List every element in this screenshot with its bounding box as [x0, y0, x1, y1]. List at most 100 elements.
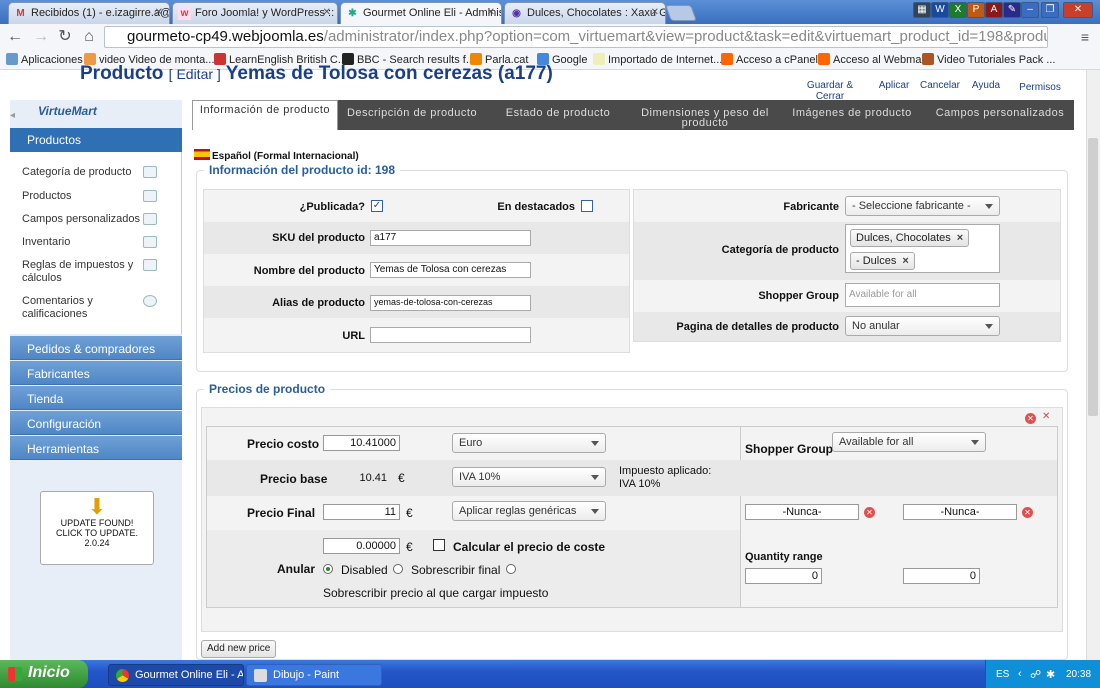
network-icon[interactable]: ☍: [1030, 668, 1041, 681]
add-new-price-button[interactable]: Add new price: [201, 640, 277, 658]
help-button[interactable]: Ayuda: [968, 80, 1004, 91]
radio-override-final[interactable]: [393, 564, 403, 574]
tab-informacion[interactable]: Información de producto: [192, 100, 338, 130]
close-window-icon[interactable]: ✕: [1063, 2, 1093, 18]
apply-button[interactable]: Aplicar: [874, 80, 914, 91]
sku-input[interactable]: a177: [370, 230, 531, 246]
remove-icon[interactable]: ×: [957, 232, 963, 244]
currency-select[interactable]: Euro: [452, 433, 606, 453]
sidebar-cat-fabricantes[interactable]: Fabricantes: [10, 361, 182, 385]
powerpoint-icon[interactable]: P: [967, 2, 985, 18]
tab-dimensiones[interactable]: Dimensiones y peso del producto: [634, 104, 776, 134]
sidebar-cat-configuracion[interactable]: Configuración: [10, 411, 182, 435]
close-icon[interactable]: ✕: [323, 7, 331, 18]
access-icon[interactable]: A: [985, 2, 1003, 18]
manufacturer-select[interactable]: - Seleccione fabricante -: [845, 196, 1000, 216]
publisher-icon[interactable]: ✎: [1003, 2, 1021, 18]
forward-icon[interactable]: →: [32, 28, 50, 46]
browser-tab-gmail[interactable]: M Recibidos (1) - e.izagirre.a@ ✕: [8, 2, 170, 24]
bluetooth-icon[interactable]: ✱: [1046, 668, 1055, 681]
calc-cost-checkbox[interactable]: [433, 539, 445, 551]
new-tab-button[interactable]: [665, 5, 697, 21]
sidebar-item-inventario[interactable]: Inventario: [22, 236, 140, 249]
price-rules-select[interactable]: Aplicar reglas genéricas: [452, 501, 606, 521]
close-icon[interactable]: ✕: [651, 7, 659, 18]
manufacturer-label: Fabricante: [783, 201, 839, 213]
radio-disabled[interactable]: [323, 564, 333, 574]
permissions-button[interactable]: Permisos: [1016, 82, 1064, 93]
reload-icon[interactable]: ↻: [56, 28, 74, 46]
tab-estado[interactable]: Estado de producto: [494, 104, 622, 134]
prices-legend: Precios de producto: [204, 382, 331, 396]
back-icon[interactable]: ←: [6, 28, 24, 46]
sidebar-item-categoria[interactable]: Categoría de producto: [22, 166, 140, 179]
sku-label: SKU del producto: [272, 232, 365, 244]
sidebar-item-impuestos[interactable]: Reglas de impuestos y cálculos: [22, 259, 140, 285]
tab-descripcion[interactable]: Descripción de producto: [340, 104, 484, 134]
price-shopper-group-select[interactable]: Available for all: [832, 432, 986, 452]
clear-date-icon[interactable]: ✕: [864, 507, 875, 518]
home-icon[interactable]: ⌂: [80, 28, 98, 46]
price-date-from[interactable]: -Nunca-: [745, 504, 859, 520]
category-chip[interactable]: - Dulces ×: [850, 252, 915, 270]
detail-page-select[interactable]: No anular: [845, 316, 1000, 336]
tax-select[interactable]: IVA 10%: [452, 467, 606, 487]
tab-campos[interactable]: Campos personalizados: [928, 104, 1072, 134]
delete-price-icon[interactable]: ✕: [1025, 413, 1036, 424]
task-paint[interactable]: Dibujo - Paint: [246, 664, 382, 686]
bookmark-tutoriales[interactable]: Video Tutoriales Pack ...: [922, 53, 1055, 66]
browser-tab-dulces[interactable]: ◉ Dulces, Chocolates : Xaxu G ✕: [504, 2, 666, 24]
start-button[interactable]: Inicio: [0, 660, 88, 688]
shopper-group-input[interactable]: Available for all: [845, 283, 1000, 307]
tab-imagenes[interactable]: Imágenes de producto: [786, 104, 918, 134]
collapse-icon[interactable]: ◂: [10, 110, 15, 121]
app-icon[interactable]: ▦: [913, 2, 931, 18]
update-notice[interactable]: ⬇ UPDATE FOUND! CLICK TO UPDATE. 2.0.24: [40, 491, 154, 565]
quantity-from-input[interactable]: 0: [745, 568, 822, 584]
featured-checkbox[interactable]: [581, 200, 593, 212]
bookmark-apps[interactable]: Aplicaciones: [6, 53, 83, 66]
url-input[interactable]: gourmeto-cp49.webjoomla.es/administrator…: [104, 26, 1048, 48]
word-icon[interactable]: W: [931, 2, 949, 18]
close-icon[interactable]: ✕: [487, 7, 495, 18]
category-label: Categoría de producto: [721, 244, 839, 256]
save-close-button[interactable]: Guardar & Cerrar: [794, 80, 866, 102]
sidebar-cat-pedidos[interactable]: Pedidos & compradores: [10, 336, 182, 360]
bookmark-webmail[interactable]: Acceso al Webmail: [818, 53, 926, 66]
sidebar-section-productos[interactable]: Productos: [10, 128, 182, 152]
tray-arrow-icon[interactable]: ‹: [1018, 668, 1022, 680]
task-chrome[interactable]: Gourmet Online Eli - A...: [108, 664, 244, 686]
browser-tab-foro[interactable]: w Foro Joomla! y WordPress :: ✕: [172, 2, 338, 24]
language-indicator[interactable]: ES: [996, 669, 1009, 680]
radio-override-tax[interactable]: [506, 564, 516, 574]
minimize-icon[interactable]: –: [1021, 2, 1039, 18]
price-date-to[interactable]: -Nunca-: [903, 504, 1017, 520]
cost-price-input[interactable]: 10.41000: [323, 435, 400, 451]
sidebar-item-productos[interactable]: Productos: [22, 190, 140, 203]
final-price-input[interactable]: 11: [323, 504, 400, 520]
alias-input[interactable]: yemas-de-tolosa-con-cerezas: [370, 295, 531, 311]
sidebar-item-campos[interactable]: Campos personalizados: [22, 213, 140, 226]
browser-tab-gourmet[interactable]: ✱ Gourmet Online Eli - Administ ✕: [340, 2, 502, 25]
name-input[interactable]: Yemas de Tolosa con cerezas: [370, 262, 531, 278]
quantity-to-input[interactable]: 0: [903, 568, 980, 584]
override-price-input[interactable]: 0.00000: [323, 538, 400, 554]
close-icon[interactable]: ✕: [155, 7, 163, 18]
clear-date-icon[interactable]: ✕: [1022, 507, 1033, 518]
published-checkbox[interactable]: ✓: [371, 200, 383, 212]
cancel-button[interactable]: Cancelar: [918, 80, 962, 91]
url-field[interactable]: [370, 327, 531, 343]
bookmark-cpanel[interactable]: Acceso a cPanel: [721, 53, 818, 66]
sidebar-cat-herramientas[interactable]: Herramientas: [10, 436, 182, 460]
excel-icon[interactable]: X: [949, 2, 967, 18]
bookmark-folder[interactable]: Importado de Internet...: [593, 53, 722, 66]
clock[interactable]: 20:38: [1066, 669, 1091, 680]
sidebar-cat-tienda[interactable]: Tienda: [10, 386, 182, 410]
drag-handle-icon[interactable]: ✕: [1042, 411, 1050, 422]
remove-icon[interactable]: ×: [902, 255, 908, 267]
sidebar-item-comentarios[interactable]: Comentarios y calificaciones: [22, 295, 140, 321]
restore-icon[interactable]: ❐: [1041, 2, 1059, 18]
category-chip[interactable]: Dulces, Chocolates ×: [850, 229, 970, 247]
menu-icon[interactable]: ≡: [1076, 28, 1094, 46]
scrollbar-thumb[interactable]: [1088, 138, 1098, 416]
